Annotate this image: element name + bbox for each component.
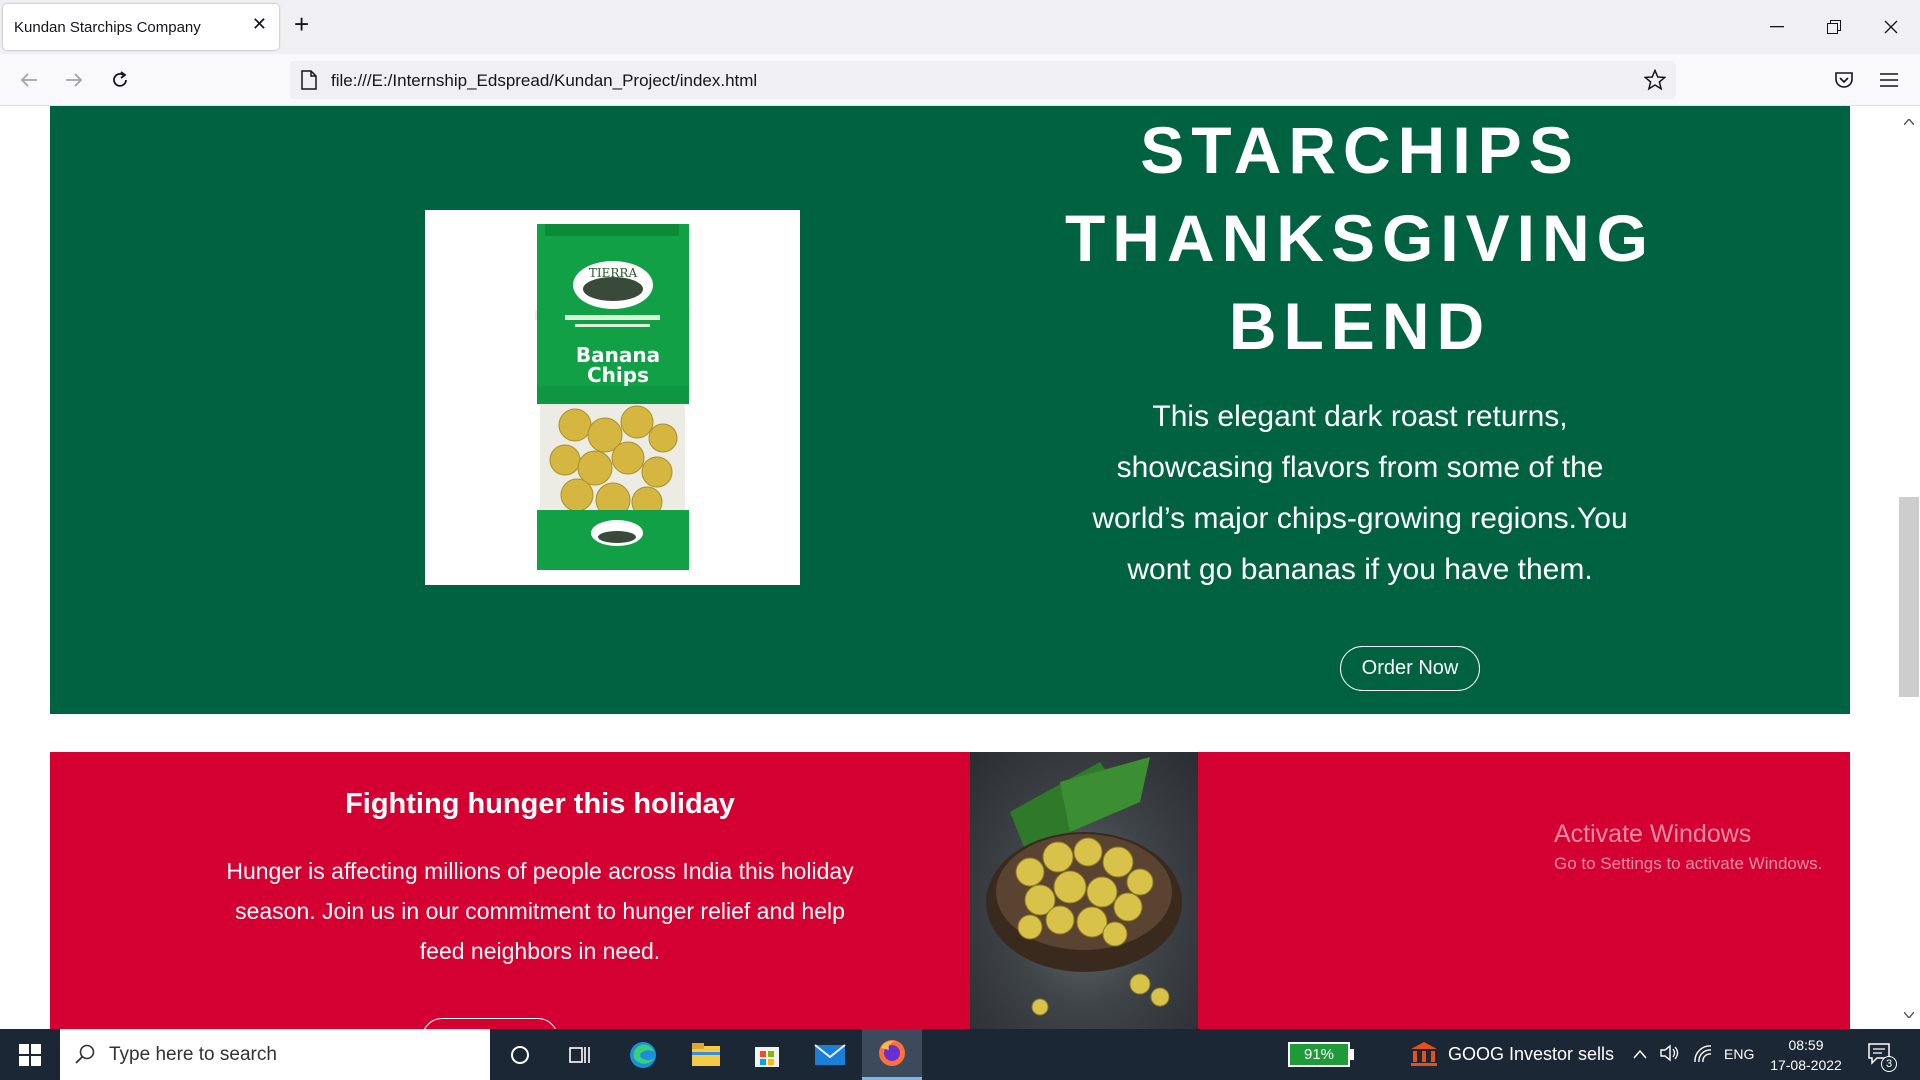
- wifi-icon[interactable]: [1693, 1045, 1713, 1068]
- hero-section: TIERRA Banana Chips STARCHIPS THANKSGIVI…: [50, 106, 1850, 714]
- hero-title-line: BLEND: [1228, 289, 1492, 363]
- firefox-icon[interactable]: [862, 1029, 922, 1080]
- task-view-icon[interactable]: [550, 1029, 610, 1080]
- taskbar-clock[interactable]: 08:59 17-08-2022: [1768, 1035, 1844, 1075]
- speaker-icon[interactable]: [1660, 1044, 1680, 1067]
- activate-windows-subtitle: Go to Settings to activate Windows.: [1554, 854, 1823, 873]
- tab-title: Kundan Starchips Company: [14, 19, 201, 36]
- chevron-up-icon[interactable]: [1633, 1046, 1647, 1064]
- brand-text: TIERRA: [589, 266, 638, 280]
- pocket-icon[interactable]: [1832, 68, 1856, 92]
- microsoft-store-icon[interactable]: [737, 1029, 797, 1080]
- scroll-up-icon[interactable]: [1903, 112, 1915, 130]
- windows-taskbar: Type here to search 91% GOOG Investor se…: [0, 1029, 1920, 1080]
- search-icon: [75, 1044, 95, 1069]
- minimize-icon[interactable]: [1757, 12, 1797, 42]
- page-icon: [301, 70, 317, 95]
- browser-nav-bar: file:///E:/Internship_Edspread/Kundan_Pr…: [0, 54, 1920, 106]
- menu-icon[interactable]: [1877, 68, 1901, 92]
- stock-ticker[interactable]: GOOG Investor sells: [1448, 1044, 1614, 1065]
- restore-icon[interactable]: [1814, 12, 1854, 42]
- activate-windows-title: Activate Windows: [1554, 820, 1752, 848]
- page-viewport: TIERRA Banana Chips STARCHIPS THANKSGIVI…: [0, 106, 1920, 1029]
- url-text: file:///E:/Internship_Edspread/Kundan_Pr…: [331, 71, 758, 90]
- back-icon[interactable]: [17, 68, 41, 92]
- holiday-button[interactable]: [422, 1018, 558, 1029]
- clock-time: 08:59: [1788, 1037, 1824, 1053]
- hero-title: STARCHIPS THANKSGIVING BLEND: [1050, 106, 1670, 370]
- product-image: TIERRA Banana Chips: [425, 210, 800, 585]
- file-explorer-icon[interactable]: [676, 1029, 736, 1080]
- bookmark-star-icon[interactable]: [1643, 68, 1667, 96]
- close-window-icon[interactable]: [1871, 12, 1911, 42]
- scroll-down-icon[interactable]: [1903, 1005, 1915, 1023]
- label-line2: Chips: [587, 363, 649, 387]
- mail-icon[interactable]: [800, 1029, 860, 1080]
- notification-count-badge: 3: [1881, 1056, 1897, 1072]
- chips-bowl-photo: [970, 752, 1198, 1029]
- clock-date: 17-08-2022: [1770, 1057, 1842, 1073]
- holiday-title: Fighting hunger this holiday: [345, 788, 735, 820]
- hero-title-line: STARCHIPS: [1140, 113, 1580, 187]
- edge-browser-icon[interactable]: [613, 1029, 673, 1080]
- scroll-thumb[interactable]: [1899, 497, 1919, 697]
- battery-nub: [1350, 1049, 1354, 1060]
- holiday-description: Hunger is affecting millions of people a…: [226, 858, 854, 964]
- bank-icon: [1410, 1041, 1438, 1072]
- battery-indicator[interactable]: 91%: [1288, 1042, 1350, 1067]
- taskbar-search-input[interactable]: Type here to search: [60, 1029, 490, 1080]
- reload-icon[interactable]: [108, 68, 132, 92]
- forward-icon[interactable]: [62, 68, 86, 92]
- new-tab-icon[interactable]: +: [294, 11, 309, 37]
- hero-description: This elegant dark roast returns, showcas…: [1092, 400, 1628, 586]
- search-placeholder: Type here to search: [109, 1044, 277, 1065]
- browser-tab-bar: Kundan Starchips Company ✕ +: [0, 0, 1920, 54]
- cortana-icon[interactable]: [490, 1029, 550, 1080]
- order-now-button[interactable]: Order Now: [1340, 646, 1480, 691]
- language-indicator[interactable]: ENG: [1724, 1046, 1754, 1062]
- holiday-section: Fighting hunger this holiday Hunger is a…: [50, 752, 1850, 1029]
- hero-title-line: THANKSGIVING: [1064, 201, 1656, 275]
- windows-start-icon[interactable]: [0, 1029, 60, 1080]
- address-bar[interactable]: file:///E:/Internship_Edspread/Kundan_Pr…: [290, 61, 1676, 99]
- close-tab-icon[interactable]: ✕: [252, 15, 267, 33]
- browser-tab[interactable]: Kundan Starchips Company ✕: [3, 4, 279, 50]
